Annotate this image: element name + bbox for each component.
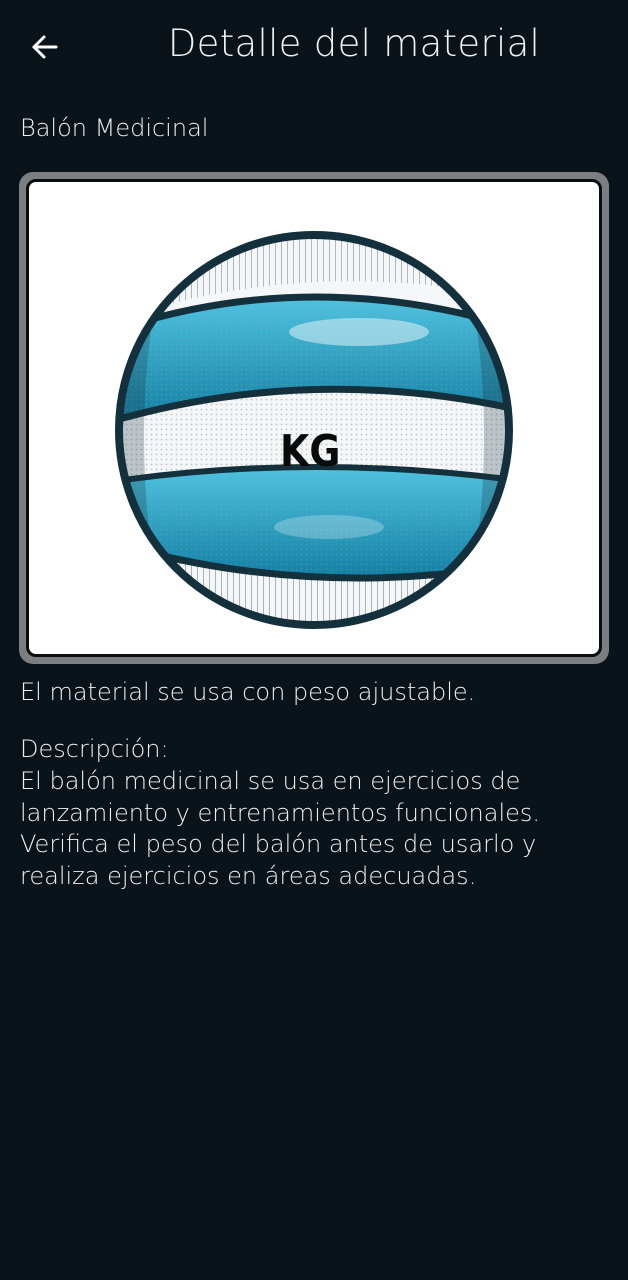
material-name: Balón Medicinal: [20, 114, 209, 142]
usage-text: El material se usa con peso ajustable.: [20, 678, 476, 706]
medicine-ball-illustration: KG: [115, 231, 513, 629]
material-image: KG: [26, 179, 602, 657]
back-button[interactable]: [22, 24, 68, 70]
ball-weight-label: KG: [280, 425, 340, 476]
app-bar: Detalle del material: [0, 0, 628, 96]
page-title: Detalle del material: [167, 22, 541, 65]
description-text: El balón medicinal se usa en ejercicios …: [20, 767, 541, 890]
description-label: Descripción:: [20, 735, 169, 763]
arrow-left-icon: [32, 35, 58, 59]
material-image-frame: KG: [19, 172, 609, 664]
